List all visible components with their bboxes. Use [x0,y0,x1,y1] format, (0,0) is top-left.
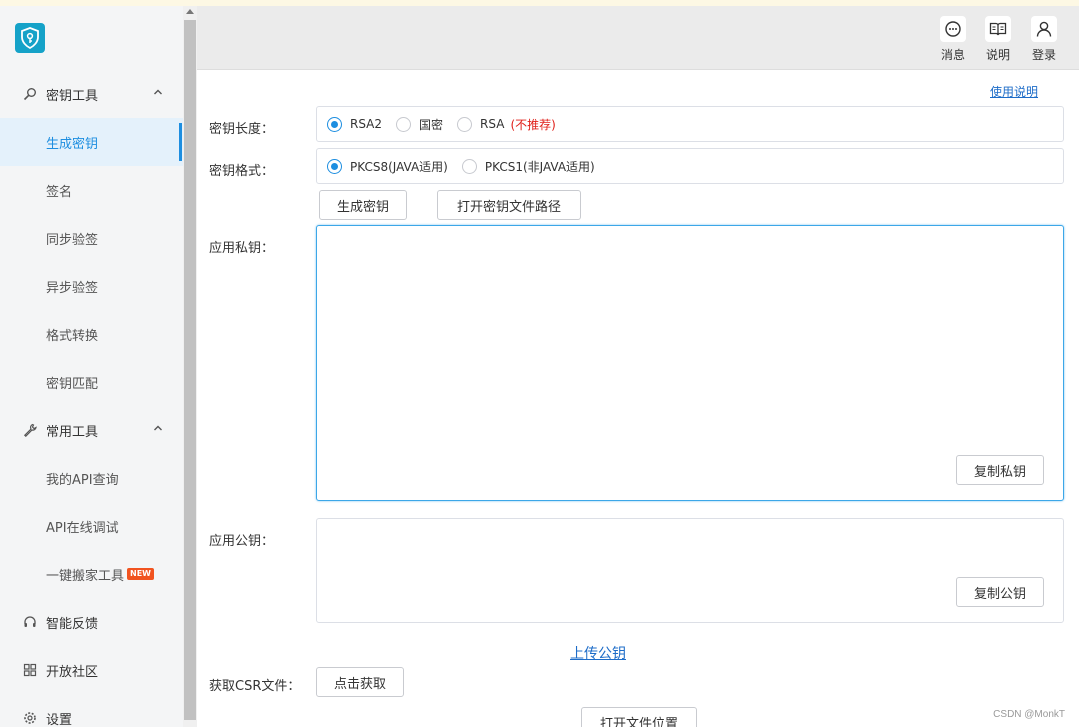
sidebar-item-format-convert[interactable]: 格式转换 [0,310,183,358]
nav-group-settings[interactable]: 设置 [0,694,183,727]
radio-unchecked-icon [396,116,412,132]
public-key-textarea[interactable] [316,518,1064,623]
generate-key-button[interactable]: 生成密钥 [319,190,407,220]
upload-public-key-link[interactable]: 上传公钥 [570,643,626,663]
messages-button[interactable]: 消息 [935,16,971,68]
sidebar-item-async-verify[interactable]: 异步验签 [0,262,183,310]
sidebar-item-label: 我的API查询 [46,472,119,488]
radio-pkcs8[interactable]: PKCS8(JAVA适用) [327,158,448,175]
header-button-label: 消息 [940,48,965,62]
sidebar-item-migration-tool[interactable]: 一键搬家工具 NEW [0,550,183,598]
header-bar: 消息 说明 登录 [197,6,1079,70]
book-icon [985,16,1011,42]
radio-unchecked-icon [461,158,477,174]
headset-icon [22,614,38,630]
help-link[interactable]: 使用说明 [990,83,1038,100]
sidebar-item-label: 密钥匹配 [46,376,99,392]
gear-icon [22,710,38,726]
key-format-label: 密钥格式： [209,164,275,179]
shield-key-icon [21,27,39,49]
sidebar-item-label: 格式转换 [46,328,99,344]
docs-button[interactable]: 说明 [980,16,1016,68]
header-button-label: 说明 [985,48,1010,62]
radio-label: PKCS1(非JAVA适用) [484,159,595,174]
user-icon [1031,16,1057,42]
sidebar-item-api-debug[interactable]: API在线调试 [0,502,183,550]
header-button-label: 登录 [1031,48,1056,62]
wrench-icon [22,422,38,438]
radio-checked-icon [327,116,342,132]
new-badge: NEW [127,568,154,580]
app-logo[interactable] [15,23,45,53]
sidebar-item-label: API在线调试 [46,520,119,536]
chevron-up-icon [154,89,162,95]
chat-bubble-icon [940,16,966,42]
radio-pkcs1[interactable]: PKCS1(非JAVA适用) [461,158,595,175]
sidebar-item-label: 异步验签 [46,280,99,296]
nav-group-label: 开放社区 [46,664,99,680]
radio-unchecked-icon [457,116,473,132]
sidebar-item-label: 同步验签 [46,232,99,248]
copy-public-key-button[interactable]: 复制公钥 [956,577,1044,607]
nav-group-label: 常用工具 [46,424,99,440]
key-length-radio-group: RSA2 国密 RSA (不推荐) [316,106,1064,142]
sidebar-nav: 密钥工具 生成密钥 签名 同步验签 异步验签 格式转换 密钥匹配 常用工具 我的… [0,70,183,727]
nav-group-community[interactable]: 开放社区 [0,646,183,694]
open-key-path-button[interactable]: 打开密钥文件路径 [437,190,581,220]
radio-rsa2[interactable]: RSA2 [327,116,383,132]
nav-group-label: 密钥工具 [46,88,99,104]
key-search-icon [22,86,38,102]
sidebar-item-sign[interactable]: 签名 [0,166,183,214]
sidebar-item-key-match[interactable]: 密钥匹配 [0,358,183,406]
open-file-location-button[interactable]: 打开文件位置 [581,707,697,727]
nav-group-feedback[interactable]: 智能反馈 [0,598,183,646]
radio-label: RSA [480,117,505,131]
sidebar-item-label: 生成密钥 [46,136,99,152]
radio-sm2[interactable]: 国密 [396,116,443,133]
scroll-up-arrow-icon[interactable] [186,9,194,14]
nav-group-label: 设置 [46,712,73,727]
get-csr-button[interactable]: 点击获取 [316,667,404,697]
sidebar-item-sync-verify[interactable]: 同步验签 [0,214,183,262]
radio-label: RSA2 [350,117,383,131]
radio-label: PKCS8(JAVA适用) [350,159,448,174]
csr-label: 获取CSR文件： [209,679,301,694]
private-key-textarea[interactable] [316,225,1064,501]
chevron-up-icon [154,425,162,431]
grid-icon [22,662,38,678]
nav-group-key-tools[interactable]: 密钥工具 [0,70,183,118]
radio-rsa[interactable]: RSA (不推荐) [457,116,556,133]
key-length-label: 密钥长度： [209,122,275,137]
key-format-radio-group: PKCS8(JAVA适用) PKCS1(非JAVA适用) [316,148,1064,184]
public-key-label: 应用公钥： [209,534,275,549]
nav-group-label: 智能反馈 [46,616,99,632]
login-button[interactable]: 登录 [1026,16,1062,68]
sidebar-item-generate-key[interactable]: 生成密钥 [0,118,183,166]
private-key-label: 应用私钥： [209,241,275,256]
sidebar-item-my-api[interactable]: 我的API查询 [0,454,183,502]
main-content: 使用说明 密钥长度： RSA2 国密 RSA (不推荐) 密钥格式： PKCS8(… [197,71,1079,727]
nav-group-common-tools[interactable]: 常用工具 [0,406,183,454]
radio-checked-icon [327,158,342,174]
sidebar-item-label: 一键搬家工具 [46,568,125,584]
sidebar-scrollbar-thumb[interactable] [184,20,196,720]
copy-private-key-button[interactable]: 复制私钥 [956,455,1044,485]
sidebar-item-label: 签名 [46,184,73,200]
radio-label: 国密 [419,117,444,132]
not-recommended-warning: (不推荐) [510,117,556,132]
sidebar: 密钥工具 生成密钥 签名 同步验签 异步验签 格式转换 密钥匹配 常用工具 我的… [0,6,183,727]
watermark: CSDN @MonkT [993,709,1065,720]
